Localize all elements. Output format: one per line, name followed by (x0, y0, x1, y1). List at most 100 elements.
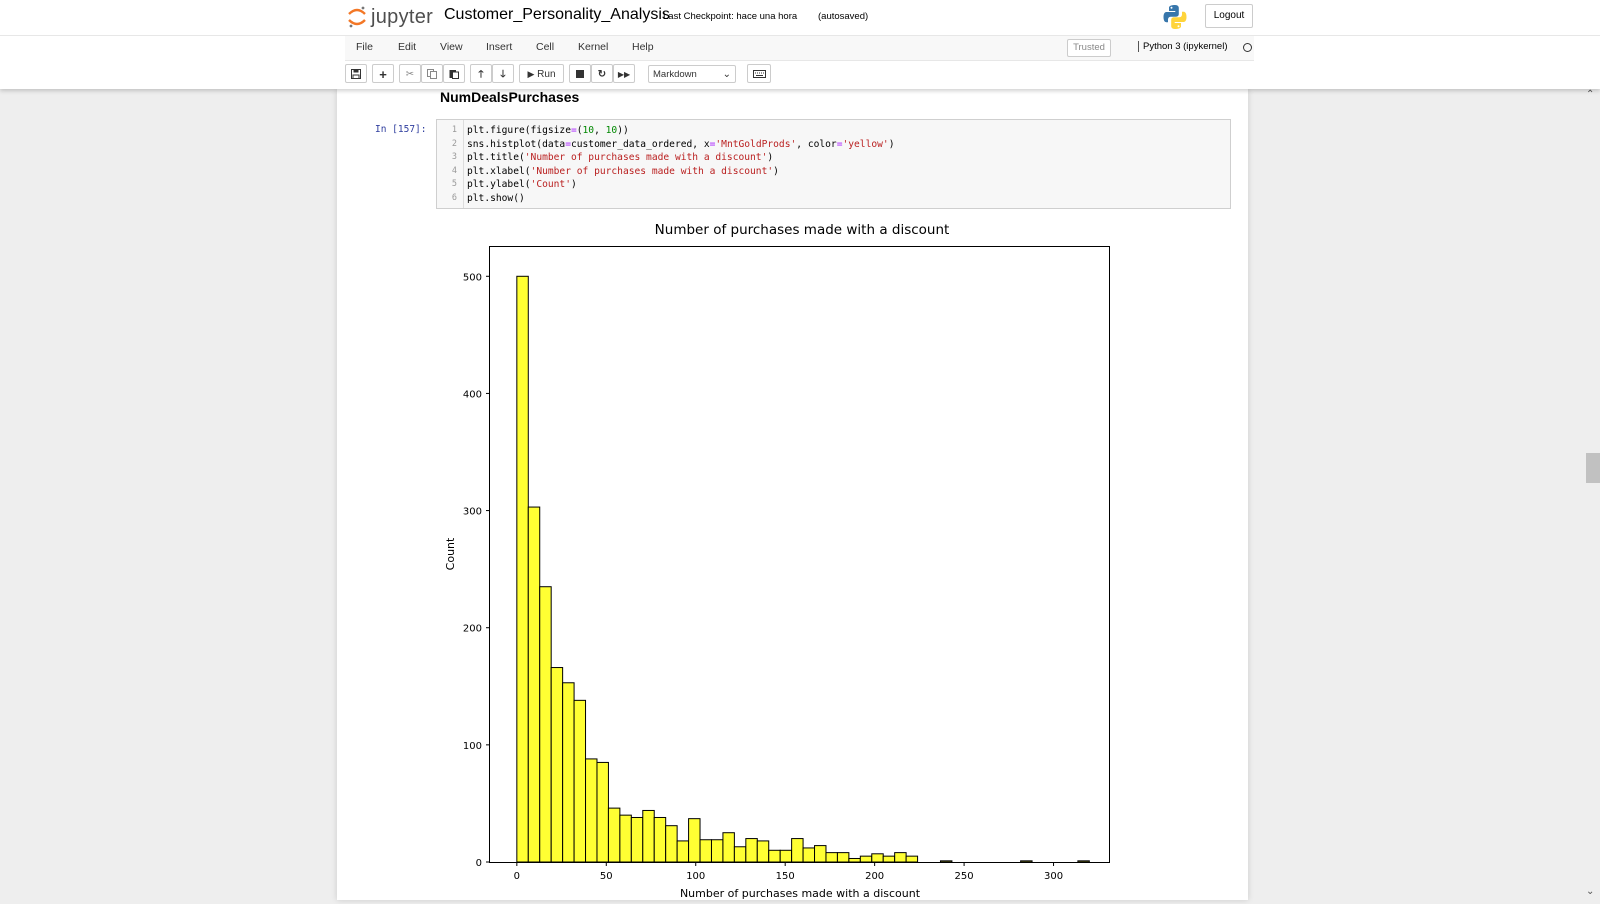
y-tick-label: 300 (463, 507, 482, 518)
menu-help[interactable]: Help (632, 41, 654, 53)
line-number: 4 (451, 166, 457, 176)
histogram-bar (722, 832, 735, 863)
x-tick-label: 300 (1044, 871, 1063, 882)
autosave-status: (autosaved) (818, 11, 869, 22)
x-tick-label: 0 (514, 871, 520, 882)
cell-type-select[interactable]: Markdown ⌄ (648, 65, 736, 83)
menu-edit[interactable]: Edit (398, 41, 416, 53)
checkpoint-status: Last Checkpoint: hace una hora (663, 11, 798, 22)
fast-forward-icon: ▶▶ (617, 70, 631, 79)
menu-kernel[interactable]: Kernel (578, 41, 608, 53)
restart-run-all-button[interactable]: ▶▶ (613, 64, 635, 83)
save-button[interactable] (345, 64, 367, 83)
notebook-container: NumDealsPurchases In [157]: 1 plt.figure(… (337, 89, 1248, 900)
histogram-bar (939, 860, 953, 863)
chevron-down-icon: ⌄ (722, 69, 731, 80)
paste-button[interactable] (443, 64, 465, 83)
menu-bar: File Edit View Insert Cell Kernel Help T… (345, 36, 1254, 61)
histogram-bar (688, 818, 701, 863)
jupyter-logo-text: jupyter (371, 5, 434, 28)
y-tick-label: 100 (463, 741, 482, 752)
plus-icon: + (379, 67, 387, 82)
histogram-bar (733, 846, 747, 863)
histogram-bar (516, 275, 529, 863)
insert-cell-button[interactable]: + (372, 64, 394, 83)
copy-button[interactable] (421, 64, 443, 83)
code-text: sns.histplot(data=customer_data_ordered,… (467, 139, 895, 150)
jupyter-logo[interactable]: jupyter (347, 4, 433, 30)
histogram-bar (756, 840, 770, 863)
x-ticks: 0 50 100 150 200 250 300 (514, 862, 1063, 882)
histogram-bar (665, 825, 678, 863)
interrupt-button[interactable] (569, 64, 591, 83)
code-cell-input[interactable]: 1 plt.figure(figsize=(10, 10)) 2 sns.histp… (436, 119, 1231, 209)
scrollbar-thumb[interactable] (1586, 453, 1600, 483)
x-axis-label: Number of purchases made with a discount (680, 887, 921, 900)
scroll-up-arrow[interactable]: ⌃ (1586, 89, 1594, 100)
line-number: 2 (451, 139, 457, 149)
copy-icon (427, 69, 437, 79)
histogram-bar (905, 855, 919, 863)
line-number: 1 (451, 125, 457, 135)
trusted-indicator[interactable]: Trusted (1067, 39, 1111, 57)
y-ticks: 0 100 200 300 400 500 (463, 272, 490, 869)
bars-group (516, 275, 1090, 863)
histogram-bar (871, 853, 884, 863)
code-text: plt.ylabel('Count') (467, 179, 577, 190)
x-tick-label: 250 (955, 871, 974, 882)
code-text: plt.title('Number of purchases made with… (467, 152, 774, 163)
histogram-bar (825, 852, 838, 863)
histogram-bar (859, 855, 873, 863)
move-up-button[interactable]: 🡑 (470, 64, 492, 83)
histogram-bar (642, 809, 655, 863)
arrow-down-icon: 🡓 (500, 69, 506, 80)
histogram-bar (710, 839, 724, 863)
keyboard-icon (752, 70, 766, 78)
x-tick-label: 100 (686, 871, 705, 882)
restart-button[interactable]: ↻ (591, 64, 613, 83)
run-button[interactable]: ▶ Run (519, 64, 564, 83)
kernel-name[interactable]: Python 3 (ipykernel) (1138, 41, 1227, 52)
histogram-bar (699, 839, 712, 863)
line-number: 6 (451, 193, 457, 203)
menu-cell[interactable]: Cell (536, 41, 554, 53)
histogram-bar (619, 814, 632, 863)
top-bar: jupyter Customer_Personality_Analysis La… (0, 0, 1600, 36)
code-text: plt.figure(figsize=(10, 10)) (467, 125, 629, 136)
histogram-bar (630, 816, 644, 863)
y-tick-label: 200 (463, 624, 482, 635)
scroll-down-arrow[interactable]: ⌄ (1586, 886, 1594, 897)
arrow-up-icon: 🡑 (478, 69, 484, 80)
y-tick-label: 400 (463, 389, 482, 400)
histogram-bar (596, 761, 609, 863)
stop-icon (576, 70, 584, 78)
histogram-bar (607, 807, 621, 863)
cut-icon: ✂ (405, 69, 415, 80)
histogram-bar (550, 667, 564, 863)
histogram-bar (539, 586, 552, 863)
y-tick-label: 500 (463, 272, 482, 283)
histogram-bar (653, 816, 667, 863)
menu-view[interactable]: View (440, 41, 463, 53)
x-tick-label: 150 (776, 871, 795, 882)
menu-insert[interactable]: Insert (486, 41, 512, 53)
histogram-bar (882, 855, 896, 863)
cell-type-value: Markdown (653, 69, 697, 80)
command-palette-button[interactable] (747, 64, 771, 83)
histogram-bar (836, 852, 850, 863)
histogram-bar (562, 682, 575, 863)
paste-icon (449, 70, 459, 79)
markdown-heading: NumDealsPurchases (440, 89, 580, 105)
histogram-bar (768, 849, 781, 863)
menu-file[interactable]: File (356, 41, 373, 53)
logout-button[interactable]: Logout (1205, 4, 1253, 28)
notebook-name[interactable]: Customer_Personality_Analysis (444, 6, 670, 24)
y-axis-label: Count (444, 537, 457, 570)
line-number: 3 (451, 152, 457, 162)
histogram-bar (527, 506, 541, 863)
cut-button[interactable]: ✂ (399, 64, 421, 83)
chart-title: Number of purchases made with a discount (655, 222, 950, 238)
restart-icon: ↻ (597, 69, 607, 80)
move-down-button[interactable]: 🡓 (492, 64, 514, 83)
histogram-bar (791, 838, 804, 863)
